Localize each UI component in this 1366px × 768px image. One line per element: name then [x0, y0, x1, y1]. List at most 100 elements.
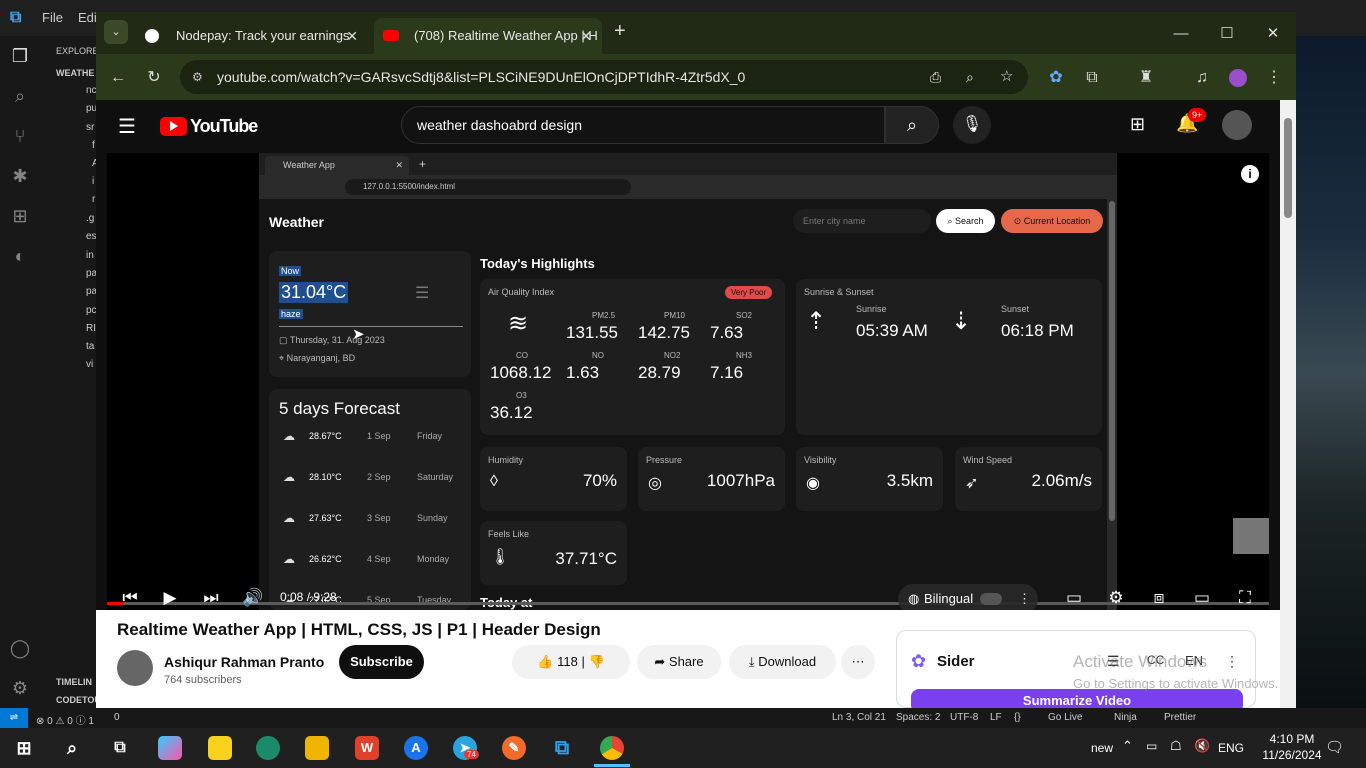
debug-icon[interactable]: ✱	[8, 164, 32, 188]
aqi-label: PM10	[664, 311, 685, 320]
ninja[interactable]: Ninja	[1114, 712, 1137, 723]
clock-date[interactable]: 11/26/2024	[1262, 748, 1322, 762]
go-live[interactable]: Go Live	[1048, 712, 1082, 723]
wps-icon[interactable]: W	[355, 736, 379, 760]
maximize-icon[interactable]: ☐	[1204, 20, 1250, 48]
volume-mute-icon[interactable]: 🔇	[1194, 738, 1210, 754]
battery-icon[interactable]: ▭	[1146, 739, 1157, 753]
sider-more-icon[interactable]: ⋮	[1225, 653, 1239, 670]
tray-label[interactable]: new	[1091, 741, 1113, 755]
vscode-taskbar-icon[interactable]: ⧉	[550, 736, 574, 760]
youtube-logo[interactable]: YouTube	[160, 116, 258, 136]
video-player[interactable]: Weather App ✕ + 127.0.0.1:5500/index.html…	[107, 153, 1269, 610]
desktop-wallpaper	[1296, 36, 1366, 708]
page-scrollbar[interactable]	[1280, 100, 1296, 708]
notification-center-icon[interactable]: 🗨	[1325, 738, 1344, 756]
current-temp: 31.04°C	[279, 282, 349, 303]
remote-indicator[interactable]: ⇌	[0, 708, 28, 728]
tab-youtube[interactable]: (708) Realtime Weather App | H ✕	[374, 18, 602, 54]
tray-chevron-icon[interactable]: ⌃	[1122, 738, 1133, 754]
indent-setting[interactable]: Spaces: 2	[896, 712, 940, 723]
like-count[interactable]: 118	[557, 654, 578, 669]
channel-watermark[interactable]	[1233, 518, 1269, 554]
voice-search-button[interactable]: 🎙	[953, 106, 991, 144]
menu-edit[interactable]: Edi	[78, 10, 97, 25]
sunset-label: Sunset	[1001, 304, 1030, 314]
channel-name[interactable]: Ashiqur Rahman Pranto	[164, 654, 324, 670]
close-window-icon[interactable]: ✕	[1250, 20, 1296, 48]
reload-icon[interactable]: ↻	[142, 66, 166, 90]
channel-avatar[interactable]	[117, 650, 153, 686]
thumbs-down-icon[interactable]: 👎	[588, 654, 604, 669]
clock-time[interactable]: 4:10 PM	[1262, 732, 1322, 746]
media-control-icon[interactable]: ♫	[1190, 66, 1214, 90]
copilot-icon[interactable]	[158, 736, 182, 760]
info-icon[interactable]: i	[1241, 165, 1259, 183]
extensions-puzzle-icon[interactable]: ⧉	[1080, 66, 1104, 90]
network-icon[interactable]: ☖	[1170, 738, 1182, 754]
toggle-switch[interactable]	[980, 593, 1002, 605]
more-actions-icon[interactable]: ⋯	[841, 645, 875, 679]
new-tab-icon[interactable]: +	[614, 20, 626, 43]
language-mode[interactable]: {}	[1014, 712, 1021, 723]
encoding[interactable]: UTF-8	[950, 712, 978, 723]
account-icon[interactable]: ◯	[8, 636, 32, 660]
profile-avatar[interactable]	[1226, 66, 1250, 90]
back-icon[interactable]: ←	[106, 66, 130, 90]
subscribe-button[interactable]: Subscribe	[339, 645, 424, 679]
start-icon[interactable]: ⊞	[12, 736, 36, 760]
prettier[interactable]: Prettier	[1164, 712, 1196, 723]
menu-file[interactable]: File	[42, 10, 63, 25]
address-bar[interactable]: ⚙ youtube.com/watch?v=GARsvcSdtj8&list=P…	[180, 60, 1028, 94]
sticky-notes-icon[interactable]	[208, 736, 232, 760]
zoom-icon[interactable]: ⌕	[966, 60, 974, 94]
line-ending[interactable]: LF	[990, 712, 1002, 723]
search-input[interactable]: weather dashoabrd design	[401, 106, 885, 144]
postman-icon[interactable]: ✎	[502, 736, 526, 760]
ports-indicator[interactable]: 0	[114, 712, 120, 723]
search-button[interactable]: ⌕	[885, 106, 939, 144]
chrome-taskbar-icon[interactable]	[600, 736, 624, 760]
search-icon[interactable]: ⌕	[60, 736, 84, 760]
search-label: Search	[955, 216, 984, 226]
site-info-icon[interactable]: ⚙	[192, 60, 203, 94]
cloud-icon: ☁	[283, 552, 295, 566]
condition: haze	[279, 309, 303, 319]
close-icon: ✕	[395, 160, 403, 170]
files-icon[interactable]: ❐	[8, 44, 32, 68]
bookmark-star-icon[interactable]: ☆	[1000, 60, 1013, 94]
tab-nodepay[interactable]: Nodepay: Track your earnings ✕	[136, 18, 368, 54]
visibility-card: Visibility ◉ 3.5km	[796, 447, 943, 511]
app-icon[interactable]	[256, 736, 280, 760]
extensions-icon[interactable]: ⊞	[8, 204, 32, 228]
app-store-icon[interactable]: A	[404, 736, 428, 760]
sunrise-icon: ⇡	[806, 308, 827, 335]
close-tab-icon[interactable]: ✕	[346, 18, 358, 54]
minimize-icon[interactable]: —	[1158, 20, 1204, 48]
thumbs-up-icon[interactable]: 👍	[537, 654, 553, 669]
install-app-icon[interactable]: ⎙	[930, 60, 941, 94]
download-button[interactable]: ⤓ Download	[729, 645, 836, 679]
close-tab-icon[interactable]: ✕	[580, 18, 592, 54]
share-button[interactable]: ➦ Share	[637, 645, 721, 679]
file-explorer-icon[interactable]	[305, 736, 329, 760]
aqi-value: 7.16	[710, 363, 744, 382]
chrome-menu-icon[interactable]: ⋮	[1262, 66, 1286, 90]
remote-icon[interactable]: ◐	[8, 244, 32, 268]
settings-gear-icon[interactable]: ⚙	[8, 676, 32, 700]
sider-extension-icon[interactable]: ✿	[1044, 66, 1068, 90]
search-icon[interactable]: ⌕	[8, 84, 32, 108]
task-view-icon[interactable]: ⧉	[108, 736, 132, 760]
create-video-icon[interactable]: ⊞	[1130, 114, 1145, 135]
input-language[interactable]: ENG	[1218, 741, 1244, 755]
tab-search-button[interactable]: ⌄	[104, 20, 128, 44]
forecast-temp: 26.62°C	[309, 554, 342, 564]
hamburger-menu-icon[interactable]: ☰	[118, 114, 136, 139]
problems-indicator[interactable]: ⊗ 0 ⚠ 0 ⓘ 1	[36, 712, 94, 727]
source-control-icon[interactable]: ⑂	[8, 124, 32, 148]
cursor-position[interactable]: Ln 3, Col 21	[832, 712, 886, 723]
user-avatar[interactable]	[1222, 110, 1252, 140]
pinned-extension-icon[interactable]: ♜	[1134, 66, 1158, 90]
sider-name: Sider	[937, 653, 975, 670]
current-location-button: ⊙ Current Location	[1001, 209, 1103, 233]
